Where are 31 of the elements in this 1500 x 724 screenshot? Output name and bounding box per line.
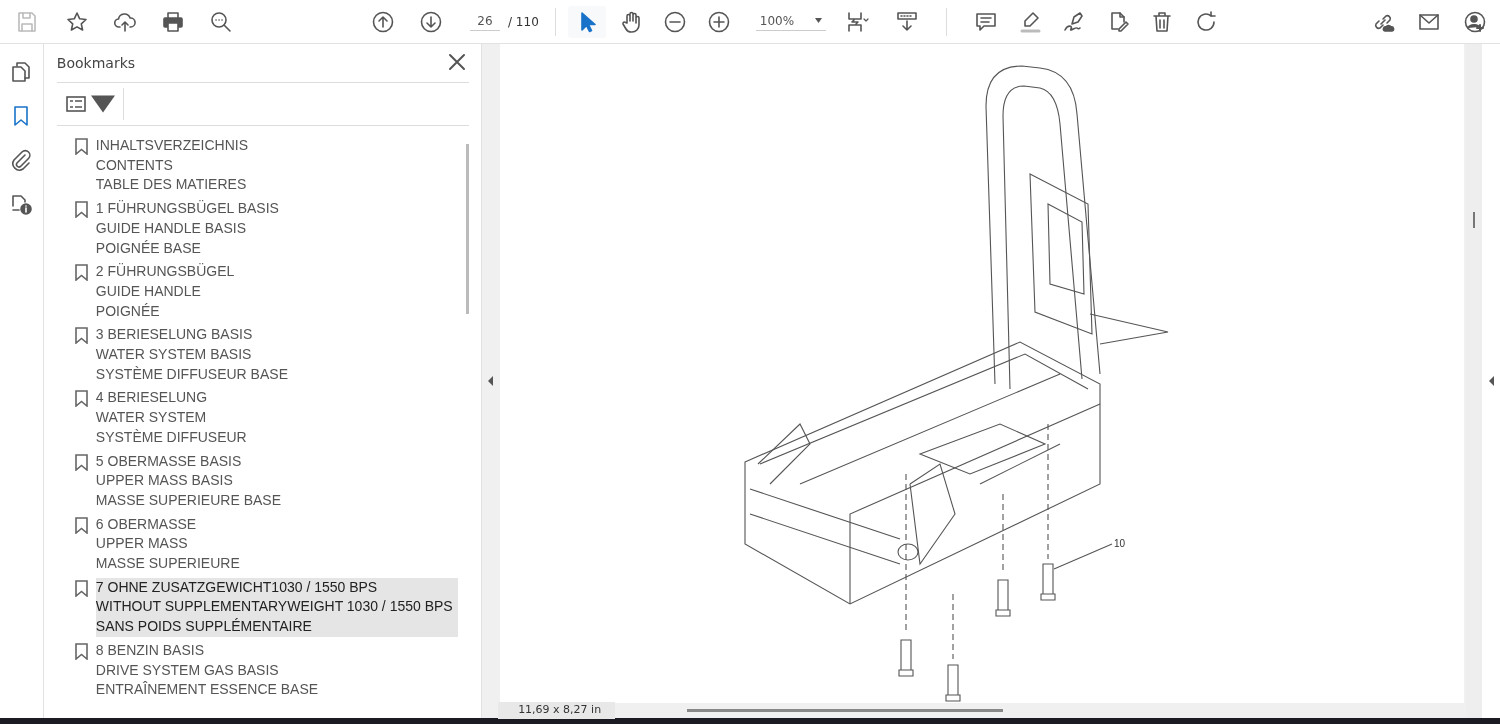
bookmark-icon xyxy=(74,138,88,155)
page-total: / 110 xyxy=(508,13,539,31)
expand-arrow-icon[interactable] xyxy=(1488,376,1494,386)
bookmark-icon xyxy=(74,264,88,282)
bookmark-item[interactable]: 3 BERIESELUNG BASIS WATER SYSTEM BASIS SYSTÈME DIFFUSEUR BASE xyxy=(95,325,459,385)
zoom-dropdown[interactable]: 100% xyxy=(755,12,826,31)
bookmark-item[interactable]: 2 FÜHRUNGSBÜGEL GUIDE HANDLE POIGNÉE xyxy=(95,262,459,322)
bookmark-item[interactable]: 1 FÜHRUNGSBÜGEL BASIS GUIDE HANDLE BASIS POIGNÉE BASE xyxy=(95,199,459,259)
caret-icon xyxy=(814,18,822,23)
collapse-arrow-icon[interactable] xyxy=(487,376,493,386)
bookmark-icon xyxy=(74,327,88,345)
pointer-icon[interactable] xyxy=(567,5,606,38)
bookmark-item[interactable]: 5 OBERMASSE BASIS UPPER MASS BASIS MASSE SUPERIEURE BASE xyxy=(95,451,459,511)
bookmark-item[interactable]: 7 OHNE ZUSATZGEWICHT1030 / 1550 BPS WITHOUT SUPPLEMENTARYWEIGHT 1030 / 1550 BPS SANS POIDS SUPPLÉMENTAIRE xyxy=(95,577,459,637)
bookmark-item[interactable]: 6 OBERMASSE UPPER MASS MASSE SUPERIEURE xyxy=(95,514,459,574)
bookmark-icon xyxy=(74,516,88,534)
bookmark-item[interactable]: INHALTSVERZEICHNIS CONTENTS TABLE DES MATIERES xyxy=(95,136,459,196)
bookmark-icon xyxy=(74,390,88,408)
bookmark-icon xyxy=(74,579,88,597)
bookmark-item[interactable]: 4 BERIESELUNG WATER SYSTEM SYSTÈME DIFFUSEUR xyxy=(95,388,459,448)
scrollbar-thumb[interactable] xyxy=(466,144,470,314)
vertical-scrollbar[interactable] xyxy=(1473,212,1476,228)
bookmark-icon xyxy=(74,642,88,660)
page-number-field[interactable]: 26 xyxy=(470,12,500,31)
bookmark-icon xyxy=(74,453,88,471)
callout-label: 10 xyxy=(1114,538,1126,549)
page-size-label: 11,69 x 8,27 in xyxy=(498,702,616,719)
bookmark-item[interactable]: 8 BENZIN BASIS DRIVE SYSTEM GAS BASIS ENTRAÎNEMENT ESSENCE BASE xyxy=(95,640,459,700)
panel-title: Bookmarks xyxy=(56,54,136,73)
bookmark-icon xyxy=(74,201,88,219)
horizontal-scrollbar[interactable] xyxy=(687,709,1004,712)
